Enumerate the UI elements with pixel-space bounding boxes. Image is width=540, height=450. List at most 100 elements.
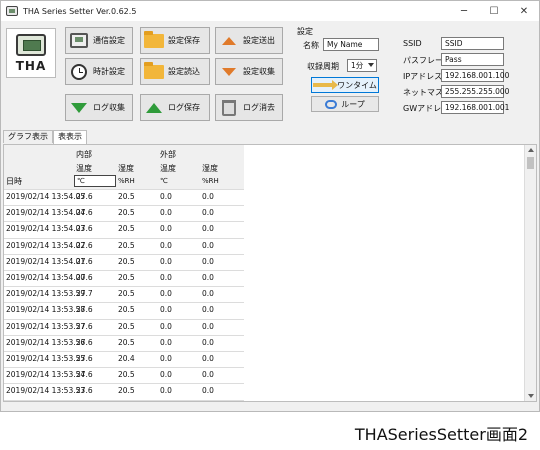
table-cell-value: 27.6 — [76, 224, 93, 234]
table-cell-value: 20.5 — [118, 240, 135, 250]
tab-table[interactable]: 表表示 — [53, 130, 87, 144]
save-log-button[interactable]: ログ保存 — [140, 94, 210, 121]
data-table: 内部 外部 温度 湿度 温度 湿度 日時 ℃ %RH ℃ %RH 2019/02… — [3, 144, 537, 402]
figure-caption: THASeriesSetter画面2 — [354, 425, 528, 444]
gateway-field[interactable]: 192.168.001.001 — [441, 101, 509, 114]
minimize-button[interactable]: ─ — [449, 1, 479, 21]
table-cell-value: 27.6 — [76, 273, 93, 282]
clock-icon — [69, 62, 89, 82]
interval-select[interactable]: 1分 — [347, 59, 377, 72]
title-bar: THA Series Setter Ver.0.62.5 ─ ☐ ✕ — [1, 1, 539, 21]
settings-title: 設定 — [297, 27, 313, 36]
maximize-button[interactable]: ☐ — [479, 1, 509, 21]
table-cell-datetime: 2019/02/14 13:54.00 — [6, 273, 86, 282]
comm-settings-button[interactable]: 通信設定 — [65, 27, 133, 54]
trash-icon — [219, 98, 239, 118]
outer-temp-unit: ℃ — [160, 177, 168, 185]
table-cell-value: 0.0 — [202, 321, 214, 331]
save-settings-button[interactable]: 設定保存 — [140, 27, 210, 54]
table-cell-value: 20.5 — [118, 208, 135, 218]
row-separator — [4, 334, 244, 336]
table-cell-value: 0.0 — [160, 386, 172, 396]
table-cell-datetime: 2019/02/14 13:53.55 — [6, 354, 86, 363]
ssid-field[interactable]: SSID — [441, 37, 504, 50]
onetime-button[interactable]: ワンタイム — [311, 77, 379, 93]
scroll-up-icon[interactable] — [528, 148, 534, 152]
row-separator — [4, 221, 244, 223]
row-separator — [4, 237, 244, 239]
table-cell-datetime: 2019/02/14 13:53.58 — [6, 305, 86, 315]
table-cell-value: 27.6 — [76, 208, 93, 218]
save-settings-label: 設定保存 — [168, 36, 200, 45]
table-cell-value: 20.5 — [118, 337, 135, 347]
row-separator — [4, 399, 244, 401]
table-cell-value: 20.5 — [118, 192, 135, 201]
table-cell-datetime: 2019/02/14 13:53.59 — [6, 289, 86, 299]
window-controls: ─ ☐ ✕ — [449, 1, 539, 21]
row-separator — [4, 302, 244, 304]
loop-label: ループ — [341, 99, 365, 109]
scroll-down-icon[interactable] — [528, 394, 534, 398]
app-window: THA Series Setter Ver.0.62.5 ─ ☐ ✕ THA 通… — [0, 0, 540, 412]
collect-settings-button[interactable]: 設定収集 — [215, 58, 283, 85]
clear-log-label: ログ消去 — [243, 103, 275, 112]
view-tabs: グラフ表示 表表示 — [3, 130, 87, 144]
table-cell-value: 0.0 — [202, 305, 214, 315]
save-log-label: ログ保存 — [168, 103, 200, 112]
table-cell-value: 0.0 — [160, 289, 172, 299]
row-separator — [4, 383, 244, 385]
table-cell-value: 20.5 — [118, 289, 135, 299]
table-cell-value: 0.0 — [202, 354, 214, 363]
table-cell-value: 27.6 — [76, 354, 93, 363]
passphrase-field[interactable]: Pass — [441, 53, 504, 66]
date-header: 日時 — [6, 177, 22, 186]
table-cell-datetime: 2019/02/14 13:53.53 — [6, 386, 86, 396]
folder-open-icon — [144, 61, 164, 82]
table-cell-value: 0.0 — [202, 256, 214, 266]
send-settings-button[interactable]: 設定送出 — [215, 27, 283, 54]
table-cell-value: 20.5 — [118, 370, 135, 380]
table-cell-value: 27.6 — [76, 337, 93, 347]
table-cell-value: 27.6 — [76, 240, 93, 250]
collect-log-button[interactable]: ログ収集 — [65, 94, 133, 121]
send-settings-label: 設定送出 — [243, 36, 275, 45]
folder-save-icon — [144, 30, 164, 51]
tha-logo: THA — [6, 28, 56, 78]
loop-button[interactable]: ループ — [311, 96, 379, 112]
scroll-thumb[interactable] — [527, 157, 534, 169]
table-cell-value: 0.0 — [160, 321, 172, 331]
table-cell-value: 27.6 — [76, 370, 93, 380]
table-cell-value: 0.0 — [202, 208, 214, 218]
load-settings-label: 設定読込 — [168, 67, 200, 76]
table-cell-value: 20.5 — [118, 305, 135, 315]
outer-hum-unit: %RH — [202, 177, 219, 185]
loop-icon — [325, 99, 338, 109]
ssid-label: SSID — [403, 39, 422, 48]
table-cell-value: 0.0 — [202, 386, 214, 396]
clock-settings-button[interactable]: 時計設定 — [65, 58, 133, 85]
logo-text: THA — [15, 59, 47, 73]
name-field[interactable]: My Name — [323, 38, 379, 51]
table-cell-value: 0.0 — [160, 208, 172, 218]
table-cell-value: 20.5 — [118, 386, 135, 396]
load-settings-button[interactable]: 設定読込 — [140, 58, 210, 85]
table-cell-value: 20.5 — [118, 256, 135, 266]
ip-field[interactable]: 192.168.001.100 — [441, 69, 509, 82]
table-cell-datetime: 2019/02/14 13:53.56 — [6, 337, 86, 347]
table-cell-datetime: 2019/02/14 13:54.04 — [6, 208, 86, 218]
clear-log-button[interactable]: ログ消去 — [215, 94, 283, 121]
table-cell-value: 0.0 — [160, 305, 172, 315]
close-button[interactable]: ✕ — [509, 1, 539, 21]
netmask-field[interactable]: 255.255.255.000 — [441, 85, 509, 98]
ip-label: IPアドレス — [403, 72, 443, 81]
collect-settings-label: 設定収集 — [243, 67, 275, 76]
inner-hum-header: 湿度 — [118, 164, 134, 173]
log-save-icon — [144, 98, 164, 118]
outer-group-header: 外部 — [160, 150, 176, 159]
table-cell-value: 0.0 — [202, 289, 214, 299]
tab-graph[interactable]: グラフ表示 — [3, 130, 53, 143]
onetime-label: ワンタイム — [337, 80, 377, 90]
table-cell-value: 0.0 — [160, 273, 172, 282]
name-label: 名称 — [303, 41, 319, 50]
vertical-scrollbar[interactable] — [524, 145, 536, 401]
